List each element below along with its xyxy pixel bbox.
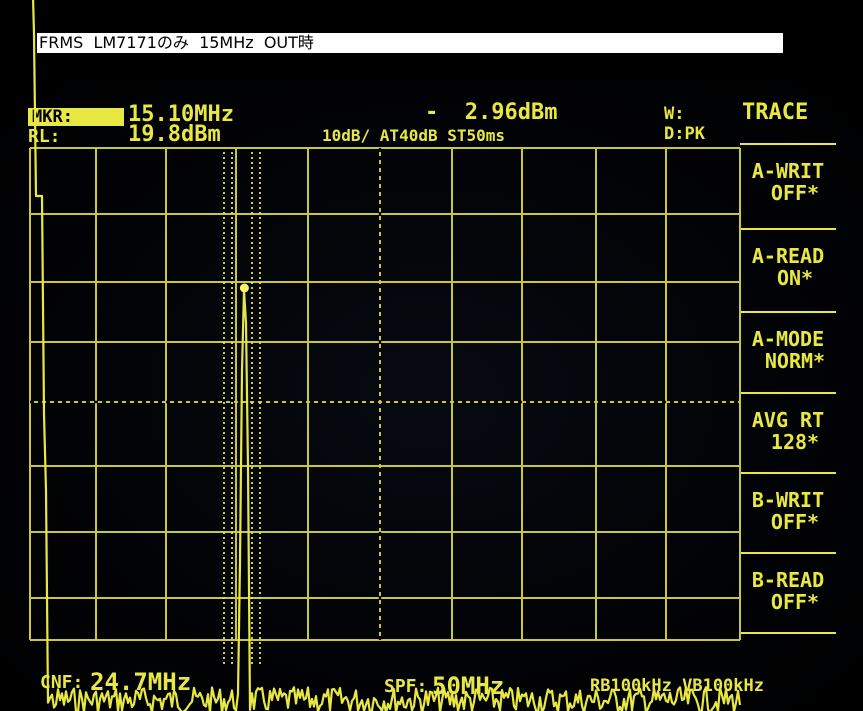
graticule bbox=[29, 147, 741, 641]
spectrum-display bbox=[29, 0, 742, 711]
marker-dot bbox=[239, 283, 249, 293]
spectrum-trace bbox=[32, 0, 742, 711]
